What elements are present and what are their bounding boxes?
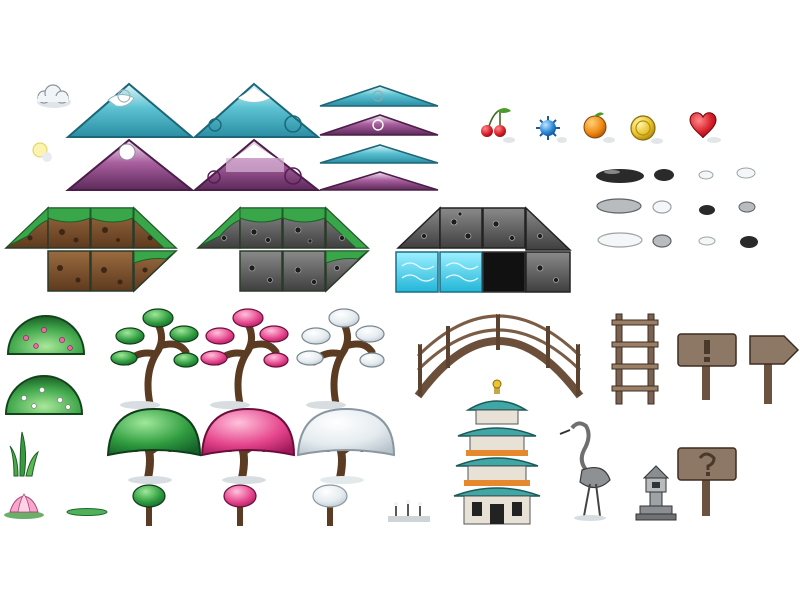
sprite-sheet (4, 82, 800, 526)
pagoda (453, 379, 541, 525)
blue-spiky-orb-icon (536, 116, 567, 143)
small-tree-green (132, 484, 166, 526)
small-tree-pink (223, 484, 257, 526)
sign-exclamation (677, 333, 737, 400)
crane-statue (559, 421, 611, 521)
wooden-ladder (611, 313, 659, 405)
bonsai-pink (200, 308, 289, 409)
bonsai-green (110, 308, 199, 409)
dirt-grass-tiles (4, 206, 178, 293)
stone-grass-tiles (196, 206, 370, 293)
lotus-flower (4, 493, 44, 519)
stone-ice-tiles (395, 206, 572, 293)
mushroom-tree-pink (200, 407, 296, 484)
bush-pink-berries (6, 315, 86, 355)
mushroom-tree-white (296, 407, 396, 484)
orange-fruit-icon (583, 112, 615, 143)
stone-lantern (635, 465, 677, 521)
ice-mountain (65, 82, 195, 138)
cherries-icon (481, 108, 515, 143)
mushroom-tree-green (106, 407, 202, 484)
purple-mountain (65, 138, 195, 191)
red-heart-icon (689, 112, 721, 143)
sun-icon (32, 142, 52, 162)
bush-white-berries (4, 375, 84, 415)
purple-mountain-spiral (192, 138, 321, 191)
cloud-icon (37, 84, 71, 108)
sign-arrow-right (749, 335, 800, 404)
candle-sticks (388, 500, 430, 522)
grass-tuft (9, 431, 39, 477)
gold-coin-icon (630, 115, 663, 144)
bonsai-white (296, 308, 385, 409)
small-tree-white (312, 484, 348, 526)
lily-pad (66, 508, 108, 516)
sign-question (677, 447, 737, 516)
ice-mountain-spiral (192, 82, 321, 138)
